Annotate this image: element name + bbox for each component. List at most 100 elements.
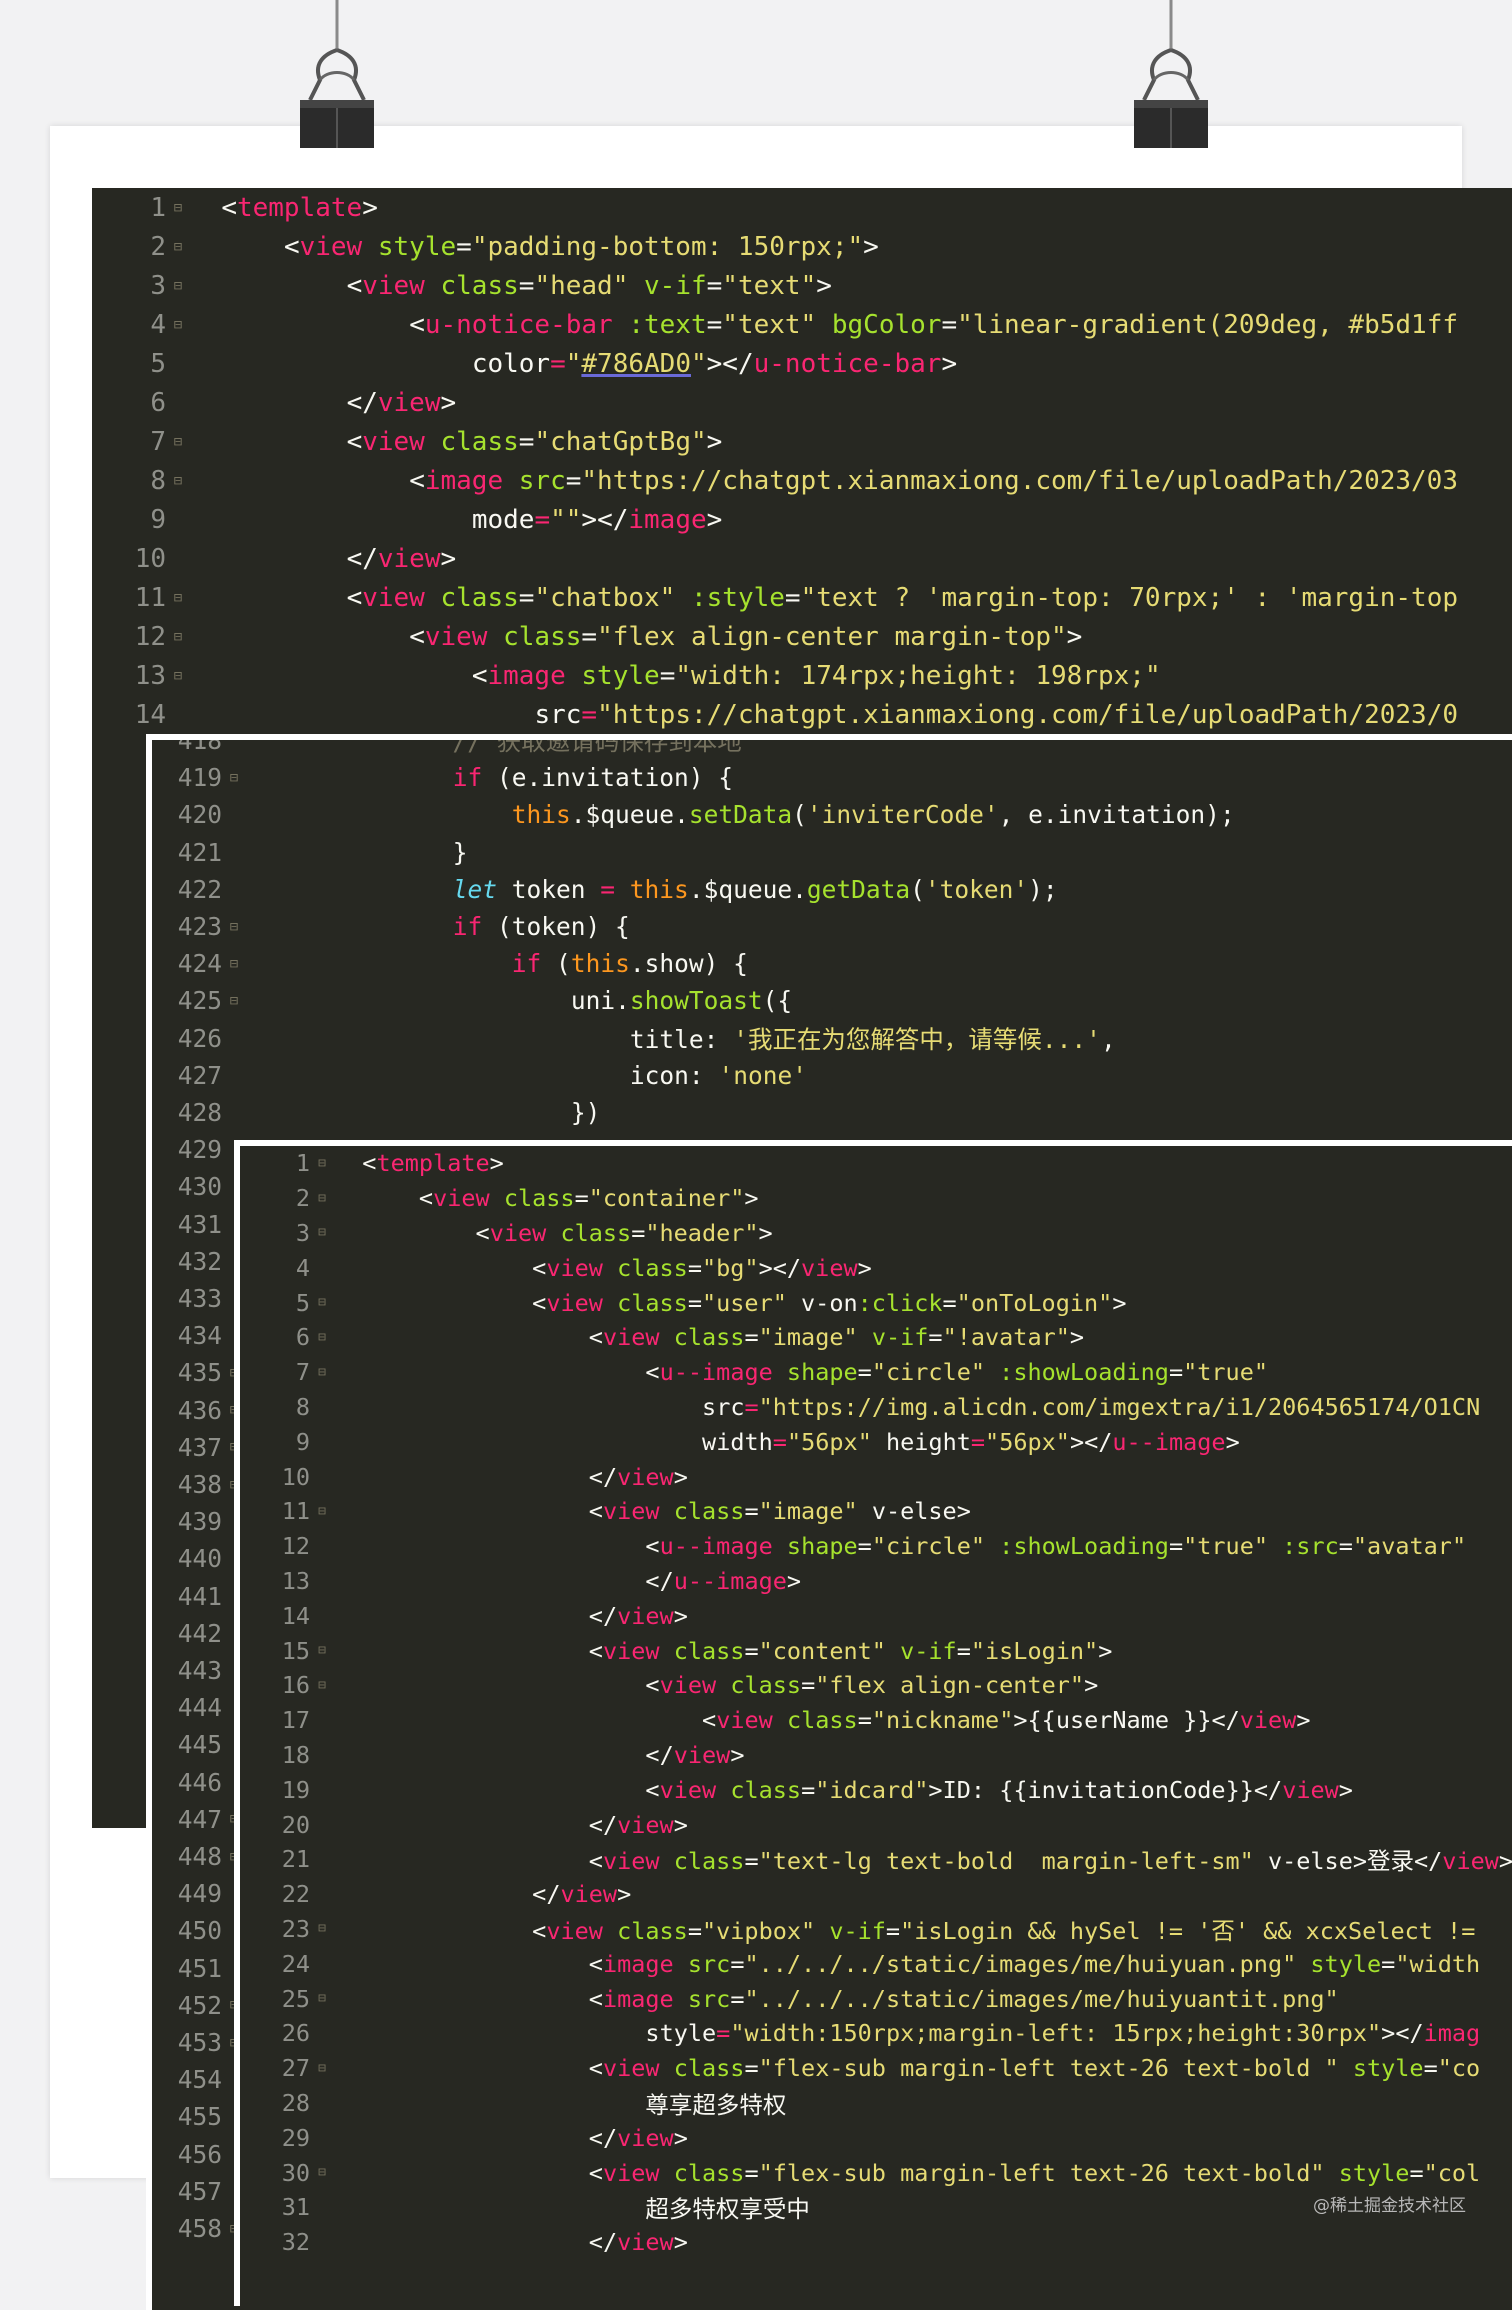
- line-number: 14: [134, 699, 166, 730]
- code-line: 27 ⊟ <view class="flex-sub margin-left te…: [240, 2051, 1481, 2086]
- code-text: <view class="flex align-center">: [645, 1671, 1099, 1700]
- line-number: 433: [177, 1284, 222, 1314]
- code-text: src="https://chatgpt.xianmaxiong.com/fil…: [534, 699, 1458, 730]
- line-number: 10: [281, 1462, 310, 1491]
- code-text: <view class="head" v-if="text">: [346, 270, 832, 301]
- line-number: 29: [281, 2123, 310, 2152]
- fold-toggle-icon[interactable]: ⊟: [166, 317, 190, 333]
- fold-toggle-icon[interactable]: ⊟: [166, 629, 190, 645]
- line-number: 450: [177, 1916, 222, 1946]
- fold-toggle-icon[interactable]: ⊟: [166, 434, 190, 450]
- line-number: 435: [177, 1358, 222, 1388]
- code-text: <image src="../../../static/images/me/hu…: [588, 1949, 1481, 1978]
- line-number: 429: [177, 1135, 222, 1165]
- code-text: <view class="flex-sub margin-left text-2…: [588, 2158, 1481, 2187]
- fold-toggle-icon[interactable]: ⊟: [166, 239, 190, 255]
- fold-toggle-icon[interactable]: ⊟: [222, 919, 246, 935]
- line-number: 20: [281, 1810, 310, 1839]
- code-line: 25 ⊟ <image src="../../../static/images/m…: [240, 1981, 1339, 2016]
- code-text: src="https://img.alicdn.com/imgextra/i1/…: [702, 1392, 1481, 1421]
- fold-toggle-icon[interactable]: ⊟: [310, 1643, 334, 1658]
- fold-toggle-icon[interactable]: ⊟: [310, 1191, 334, 1206]
- line-number: 13: [281, 1566, 310, 1595]
- line-number: 458: [177, 2214, 222, 2244]
- fold-toggle-icon[interactable]: ⊟: [222, 956, 246, 972]
- fold-toggle-icon[interactable]: ⊟: [310, 1504, 334, 1519]
- fold-toggle-icon[interactable]: ⊟: [310, 1991, 334, 2006]
- fold-toggle-icon[interactable]: ⊟: [310, 2165, 334, 2180]
- line-number: 453: [177, 2028, 222, 2058]
- fold-toggle-icon[interactable]: ⊟: [166, 200, 190, 216]
- line-number: 31: [281, 2193, 310, 2222]
- watermark: @稀土掘金技术社区: [1313, 2196, 1466, 2216]
- code-line: 418 // 获取邀请码保存到本地: [152, 740, 742, 759]
- fold-toggle-icon[interactable]: ⊟: [166, 473, 190, 489]
- line-number: 451: [177, 1953, 222, 1983]
- code-line: 422 let token = this.$queue.getData('tok…: [152, 871, 1058, 908]
- line-number: 420: [177, 800, 222, 830]
- line-number: 439: [177, 1507, 222, 1537]
- line-number: 4: [150, 309, 166, 340]
- line-number: 12: [134, 621, 166, 652]
- fold-toggle-icon[interactable]: ⊟: [310, 1921, 334, 1936]
- code-text: <view class="flex-sub margin-left text-2…: [588, 2054, 1481, 2083]
- code-text: <view class="user" v-on:click="onToLogin…: [532, 1288, 1127, 1317]
- fold-toggle-icon[interactable]: ⊟: [310, 1678, 334, 1693]
- line-number: 445: [177, 1730, 222, 1760]
- line-number: 16: [281, 1671, 310, 1700]
- line-number: 8: [150, 465, 166, 496]
- code-text: <u-notice-bar :text="text" bgColor="line…: [409, 309, 1458, 340]
- line-number: 3: [295, 1218, 310, 1247]
- line-number: 446: [177, 1767, 222, 1797]
- code-text: <view class="image" v-else>: [588, 1497, 971, 1526]
- fold-toggle-icon[interactable]: ⊟: [166, 590, 190, 606]
- code-line: 425 ⊟ uni.showToast({: [152, 982, 792, 1019]
- fold-toggle-icon[interactable]: ⊟: [310, 1365, 334, 1380]
- line-number: 15: [281, 1636, 310, 1665]
- code-line: 30 ⊟ <view class="flex-sub margin-left te…: [240, 2155, 1481, 2190]
- code-text: <image src="https://chatgpt.xianmaxiong.…: [409, 465, 1458, 496]
- line-number: 456: [177, 2139, 222, 2169]
- code-line: 9 mode=""></image>: [92, 500, 722, 539]
- fold-toggle-icon[interactable]: ⊟: [166, 278, 190, 294]
- code-text: <view class="nickname">{{userName }}</vi…: [702, 1706, 1311, 1735]
- fold-toggle-icon[interactable]: ⊟: [310, 1295, 334, 1310]
- line-number: 9: [295, 1427, 310, 1456]
- code-text: let token = this.$queue.getData('token')…: [452, 874, 1058, 904]
- code-line: 14 src="https://chatgpt.xianmaxiong.com/…: [92, 695, 1458, 734]
- code-line: 10 </view>: [92, 539, 456, 578]
- code-line: 4 ⊟ <u-notice-bar :text="text" bgColor="l…: [92, 305, 1458, 344]
- line-number: 430: [177, 1172, 222, 1202]
- fold-toggle-icon[interactable]: ⊟: [222, 993, 246, 1009]
- code-text: </view>: [346, 387, 457, 418]
- code-line: 6 </view>: [92, 383, 456, 422]
- code-line: 31 超多特权享受中: [240, 2190, 810, 2225]
- fold-toggle-icon[interactable]: ⊟: [310, 1330, 334, 1345]
- fold-toggle-icon[interactable]: ⊟: [310, 2061, 334, 2076]
- fold-toggle-icon[interactable]: ⊟: [310, 1156, 334, 1171]
- code-text: title: '我正在为您解答中，请等候...',: [629, 1024, 1116, 1054]
- line-number: 17: [281, 1706, 310, 1735]
- code-text: 尊享超多特权: [645, 2090, 787, 2119]
- code-line: 12 <u--image shape="circle" :showLoading…: [240, 1529, 1466, 1564]
- code-text: if (e.invitation) {: [452, 763, 734, 793]
- fold-toggle-icon[interactable]: ⊟: [310, 1225, 334, 1240]
- code-text: <view class="header">: [475, 1218, 773, 1247]
- fold-toggle-icon[interactable]: ⊟: [222, 770, 246, 786]
- code-text: <view class="content" v-if="isLogin">: [588, 1636, 1113, 1665]
- line-number: 7: [295, 1358, 310, 1387]
- fold-toggle-icon[interactable]: ⊟: [166, 668, 190, 684]
- line-number: 419: [177, 763, 222, 793]
- line-number: 2: [150, 231, 166, 262]
- code-line: 1 ⊟ <template>: [240, 1146, 504, 1181]
- line-number: 454: [177, 2065, 222, 2095]
- code-line: 16 ⊟ <view class="flex align-center">: [240, 1668, 1099, 1703]
- code-text: <view class="vipbox" v-if="isLogin && hy…: [532, 1916, 1476, 1945]
- code-text: <view class="chatbox" :style="text ? 'ma…: [346, 582, 1459, 613]
- line-number: 3: [150, 270, 166, 301]
- code-line: 423 ⊟ if (token) {: [152, 908, 630, 945]
- line-number: 1: [150, 192, 166, 223]
- line-number: 28: [281, 2088, 310, 2117]
- code-text: </view>: [645, 1740, 745, 1769]
- line-number: 24: [281, 1949, 310, 1978]
